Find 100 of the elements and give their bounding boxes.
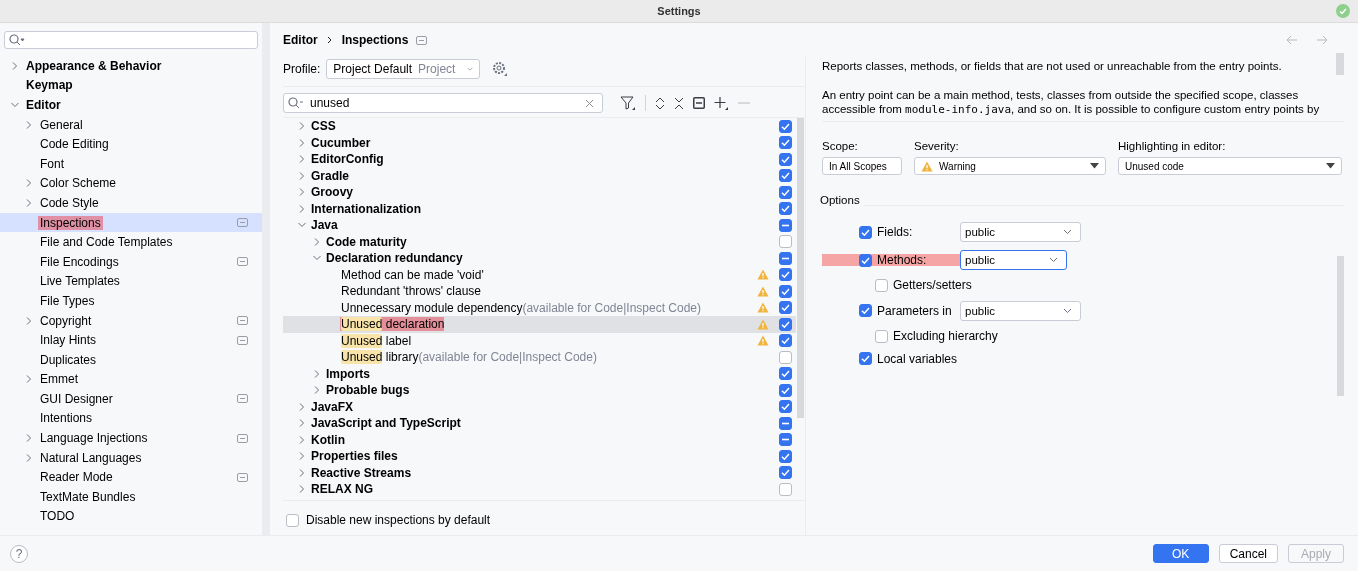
chevron-right-icon[interactable] (297, 187, 307, 198)
checkbox[interactable] (875, 278, 888, 292)
checkbox[interactable] (779, 433, 792, 447)
chevron-right-icon[interactable] (24, 315, 34, 326)
chevron-right-icon[interactable] (24, 178, 34, 189)
sidebar-item[interactable]: Reader Mode (0, 467, 262, 488)
checkbox[interactable] (779, 301, 792, 315)
chevron-right-icon[interactable] (24, 197, 34, 208)
sidebar-item[interactable]: Emmet (0, 369, 262, 390)
checkbox[interactable] (779, 119, 792, 133)
inspection-row[interactable]: Declaration redundancy (283, 250, 796, 267)
checkbox[interactable] (779, 202, 792, 216)
chevron-right-icon[interactable] (312, 368, 322, 379)
filter-field[interactable]: unused (283, 93, 603, 113)
inspection-row[interactable]: Cucumber (283, 134, 796, 151)
checkbox[interactable] (779, 317, 792, 331)
scope-dropdown[interactable]: In All Scopes (822, 157, 902, 175)
chevron-right-icon[interactable] (297, 203, 307, 214)
checkbox[interactable] (859, 352, 872, 366)
inspection-row[interactable]: Unused library(available for Code|Inspect Code) (283, 349, 796, 366)
filter-icon[interactable] (620, 95, 636, 111)
sidebar-item[interactable]: General (0, 114, 262, 135)
checkbox[interactable] (779, 218, 792, 232)
chevron-right-icon[interactable] (24, 433, 34, 444)
back-arrow-icon[interactable] (1286, 35, 1298, 45)
inspection-row[interactable]: Redundant 'throws' clause (283, 283, 796, 300)
sidebar-item[interactable]: Font (0, 153, 262, 174)
sidebar-item[interactable]: Color Scheme (0, 173, 262, 194)
sidebar-item[interactable]: Editor (0, 95, 262, 115)
chevron-right-icon[interactable] (297, 467, 307, 478)
chevron-right-icon[interactable] (24, 452, 34, 463)
inspection-row[interactable]: Java (283, 217, 796, 234)
checkbox[interactable] (779, 350, 792, 364)
forward-arrow-icon[interactable] (1316, 35, 1328, 45)
inspection-row[interactable]: RELAX NG (283, 481, 796, 498)
scrollbar-thumb[interactable] (1336, 53, 1344, 75)
checkbox[interactable] (779, 383, 792, 397)
checkbox[interactable] (779, 152, 792, 166)
minus-icon[interactable] (738, 102, 750, 104)
sidebar-item[interactable]: Intentions (0, 408, 262, 429)
sidebar-item[interactable]: Code Editing (0, 134, 262, 154)
profile-dropdown[interactable]: Project Default Project (326, 59, 481, 79)
checkbox[interactable] (779, 334, 792, 348)
visibility-dropdown[interactable]: public (960, 222, 1081, 242)
inspection-row[interactable]: Properties files (283, 448, 796, 465)
sidebar-item[interactable]: File Encodings (0, 251, 262, 272)
sidebar-item[interactable]: Keymap (0, 75, 262, 96)
checkbox[interactable] (779, 284, 792, 298)
sidebar-item[interactable]: TODO (0, 506, 262, 527)
chevron-right-icon[interactable] (24, 119, 34, 130)
sidebar-item[interactable]: Live Templates (0, 271, 262, 292)
plus-icon[interactable] (714, 95, 729, 111)
checkbox[interactable] (779, 400, 792, 414)
breadcrumb-item[interactable]: Inspections (341, 33, 409, 47)
chevron-right-icon[interactable] (10, 60, 20, 71)
checkbox[interactable] (779, 466, 792, 480)
severity-dropdown[interactable]: Warning (914, 157, 1106, 175)
checkbox[interactable] (779, 169, 792, 183)
chevron-right-icon[interactable] (24, 374, 34, 385)
chevron-right-icon[interactable] (312, 236, 322, 247)
inspection-row[interactable]: Groovy (283, 184, 796, 201)
sidebar-item[interactable]: Duplicates (0, 349, 262, 370)
sidebar-item[interactable]: GUI Designer (0, 389, 262, 409)
visibility-dropdown[interactable]: public (960, 300, 1081, 321)
sidebar-item[interactable]: Language Injections (0, 428, 262, 448)
checkbox[interactable] (779, 235, 792, 249)
checkbox[interactable] (779, 268, 792, 282)
chevron-right-icon[interactable] (312, 385, 322, 396)
inspection-row[interactable]: Kotlin (283, 431, 796, 448)
chevron-down-icon[interactable] (10, 100, 20, 110)
inspection-row[interactable]: Imports (283, 365, 796, 382)
scrollbar-thumb[interactable] (797, 118, 804, 418)
chevron-right-icon[interactable] (297, 137, 307, 148)
help-button[interactable]: ? (10, 544, 28, 563)
dialog-button[interactable]: Cancel (1218, 544, 1278, 563)
checkbox[interactable] (859, 253, 872, 267)
chevron-right-icon[interactable] (297, 170, 307, 181)
chevron-right-icon[interactable] (297, 484, 307, 495)
inspection-row[interactable]: Internationalization (283, 200, 796, 217)
inspection-row[interactable]: Unused label (283, 332, 796, 349)
sidebar-item[interactable]: Code Style (0, 193, 262, 213)
collapse-all-icon[interactable] (674, 96, 684, 110)
visibility-dropdown[interactable]: public (960, 250, 1067, 270)
sidebar-item[interactable]: File Types (0, 291, 262, 311)
chevron-right-icon[interactable] (297, 434, 307, 445)
chevron-right-icon[interactable] (297, 418, 307, 429)
sidebar-item[interactable]: Appearance & Behavior (0, 56, 262, 76)
checkbox[interactable] (779, 482, 792, 496)
sidebar-item[interactable]: Copyright (0, 310, 262, 331)
inspection-row[interactable]: Probable bugs (283, 382, 796, 399)
inspection-row[interactable]: Code maturity (283, 233, 796, 250)
sidebar-item[interactable]: Natural Languages (0, 447, 262, 468)
sidebar-item[interactable]: File and Code Templates (0, 232, 262, 252)
sidebar-item[interactable]: Inlay Hints (0, 330, 262, 350)
inspection-row[interactable]: Unused declaration (283, 316, 796, 333)
minus-box-icon[interactable] (693, 97, 705, 109)
sidebar-item[interactable]: Inspections (0, 212, 262, 233)
inspection-row[interactable]: EditorConfig (283, 151, 796, 168)
highlighting-dropdown[interactable]: Unused code (1118, 157, 1342, 175)
search-field[interactable] (4, 31, 258, 49)
